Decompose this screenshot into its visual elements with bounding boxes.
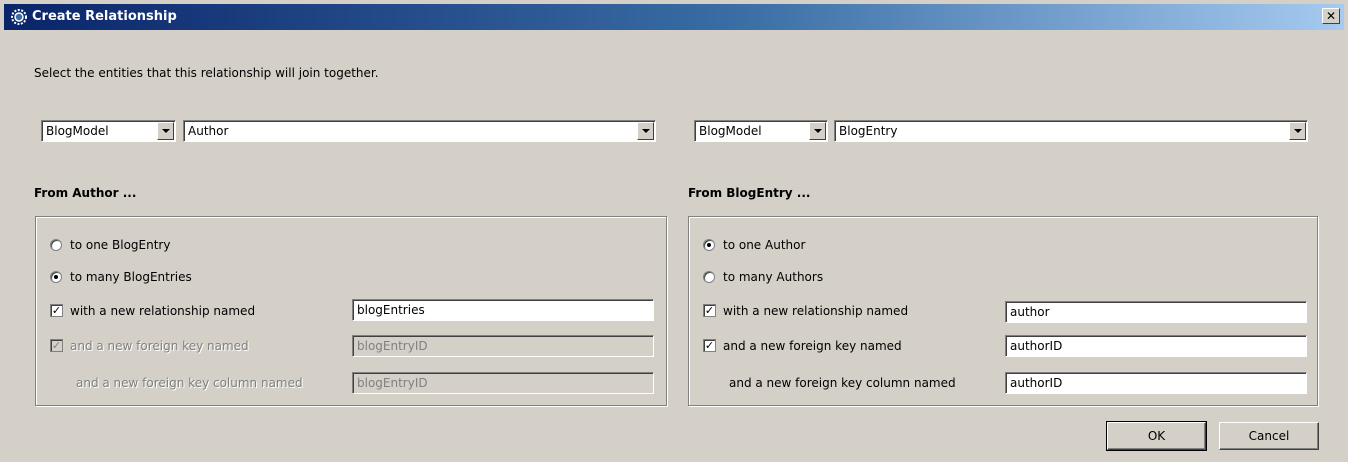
- right-fk-column-label: and a new foreign key column named: [729, 376, 956, 390]
- chevron-down-icon[interactable]: [157, 122, 174, 140]
- right-fk-checkbox[interactable]: ✓: [703, 339, 716, 352]
- cancel-button[interactable]: Cancel: [1219, 422, 1319, 450]
- right-options-group: to one Author to many Authors ✓ with a n…: [688, 216, 1318, 406]
- right-fk-column-field[interactable]: authorID: [1005, 372, 1307, 394]
- right-relationship-label: with a new relationship named: [723, 304, 909, 318]
- chevron-down-icon[interactable]: [1289, 122, 1306, 140]
- right-option-one[interactable]: to one Author: [703, 237, 1003, 257]
- right-relationship-name-field[interactable]: author: [1005, 301, 1307, 323]
- right-model-select[interactable]: BlogModel: [694, 120, 828, 142]
- left-option-many-label: to many BlogEntries: [70, 270, 192, 284]
- right-option-one-radio[interactable]: [703, 239, 715, 251]
- right-entity-select[interactable]: BlogEntry: [834, 120, 1308, 142]
- chevron-down-icon[interactable]: [809, 122, 826, 140]
- chevron-down-icon[interactable]: [637, 122, 654, 140]
- left-option-many[interactable]: to many BlogEntries: [50, 269, 350, 289]
- right-relationship-checkbox[interactable]: ✓: [703, 304, 716, 317]
- left-model-select[interactable]: BlogModel: [41, 120, 176, 142]
- ok-button[interactable]: OK: [1106, 421, 1207, 451]
- right-option-many[interactable]: to many Authors: [703, 269, 1003, 289]
- left-fk-label: and a new foreign key named: [70, 339, 249, 353]
- close-button[interactable]: ✕: [1322, 8, 1340, 24]
- left-relationship-name-field[interactable]: blogEntries: [352, 299, 654, 321]
- right-relationship-check[interactable]: ✓ with a new relationship named: [703, 303, 1003, 323]
- left-entity-value: Author: [188, 124, 229, 138]
- gear-icon: [11, 9, 27, 25]
- left-fk-column-label: and a new foreign key column named: [76, 376, 303, 390]
- left-entity-select[interactable]: Author: [183, 120, 656, 142]
- right-entity-value: BlogEntry: [839, 124, 898, 138]
- window-title: Create Relationship: [32, 9, 177, 24]
- create-relationship-dialog: Create Relationship ✕ Select the entitie…: [0, 0, 1348, 462]
- right-option-many-radio[interactable]: [703, 271, 715, 283]
- left-fk-check: ✓ and a new foreign key named: [50, 338, 350, 358]
- left-model-value: BlogModel: [46, 124, 109, 138]
- left-relationship-label: with a new relationship named: [70, 304, 256, 318]
- left-option-one[interactable]: to one BlogEntry: [50, 237, 350, 257]
- left-relationship-checkbox[interactable]: ✓: [50, 304, 63, 317]
- right-section-title: From BlogEntry ...: [688, 186, 811, 200]
- left-option-one-label: to one BlogEntry: [70, 238, 171, 252]
- right-fk-name-field[interactable]: authorID: [1005, 335, 1307, 357]
- right-option-many-label: to many Authors: [723, 270, 824, 284]
- left-options-group: to one BlogEntry to many BlogEntries ✓ w…: [35, 216, 667, 406]
- left-fk-checkbox: ✓: [50, 339, 63, 352]
- left-fk-name-field: blogEntryID: [352, 335, 654, 357]
- close-icon: ✕: [1325, 9, 1337, 23]
- instruction-text: Select the entities that this relationsh…: [34, 66, 379, 80]
- right-fk-check[interactable]: ✓ and a new foreign key named: [703, 338, 1003, 358]
- left-option-many-radio[interactable]: [50, 271, 62, 283]
- right-option-one-label: to one Author: [723, 238, 806, 252]
- left-relationship-check[interactable]: ✓ with a new relationship named: [50, 303, 350, 323]
- left-section-title: From Author ...: [34, 186, 137, 200]
- left-option-one-radio[interactable]: [50, 239, 62, 251]
- left-fk-column-field: blogEntryID: [352, 372, 654, 394]
- right-fk-label: and a new foreign key named: [723, 339, 902, 353]
- right-model-value: BlogModel: [699, 124, 762, 138]
- title-bar[interactable]: Create Relationship ✕: [4, 4, 1344, 30]
